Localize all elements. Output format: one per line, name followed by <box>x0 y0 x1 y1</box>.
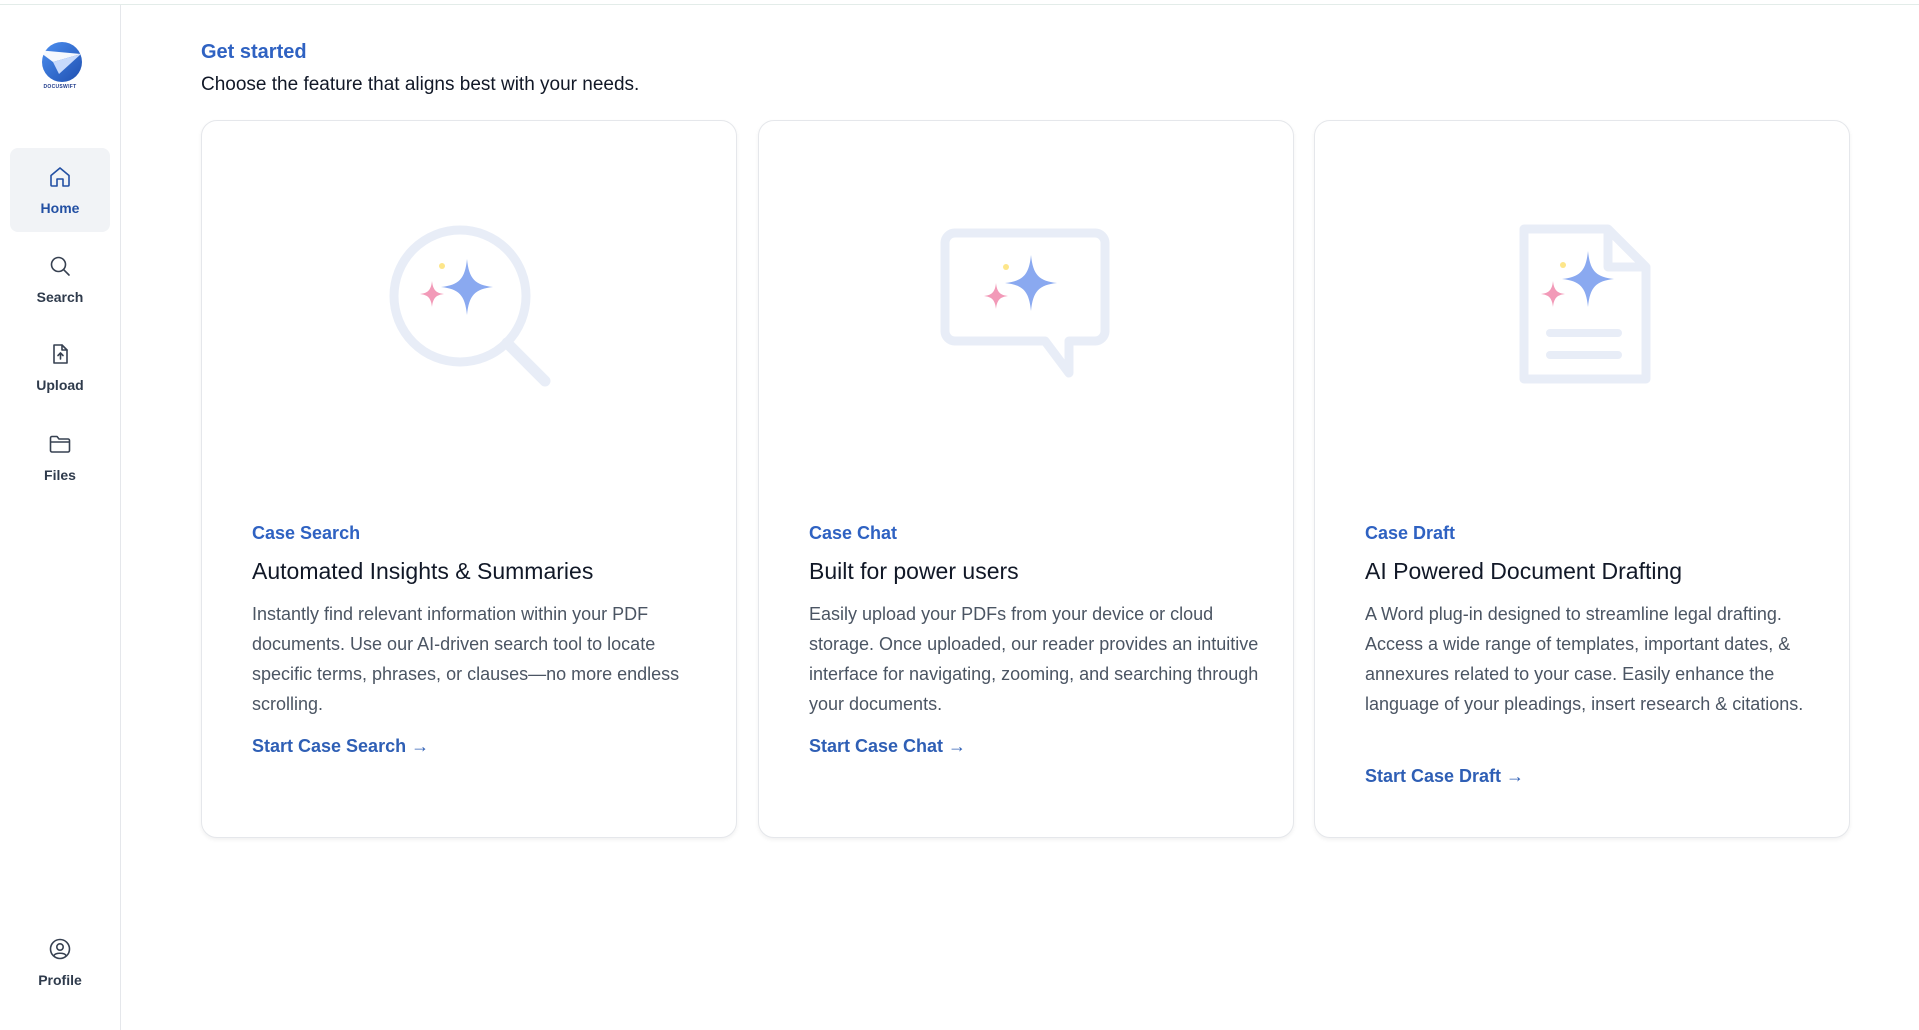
sidebar-item-profile[interactable]: Profile <box>10 920 110 1004</box>
document-sparkle-icon <box>1519 224 1651 384</box>
sidebar-item-label: Files <box>44 467 76 483</box>
page-title: Get started <box>201 41 307 63</box>
feature-card-case-draft: Case Draft AI Powered Document Drafting … <box>1314 120 1850 838</box>
chat-sparkle-icon <box>940 228 1110 378</box>
card-description: Instantly find relevant information with… <box>252 604 680 714</box>
home-icon <box>47 164 73 190</box>
feature-card-case-chat: Case Chat Built for power users Easily u… <box>758 120 1294 838</box>
card-tag: Case Chat <box>809 523 898 543</box>
main-content: Get started Choose the feature that alig… <box>121 5 1919 1030</box>
search-icon <box>47 253 73 279</box>
sidebar-item-search[interactable]: Search <box>10 237 110 321</box>
card-description: A Word plug-in designed to streamline le… <box>1365 604 1804 714</box>
sidebar-item-files[interactable]: Files <box>10 415 110 499</box>
page-subtitle: Choose the feature that aligns best with… <box>201 74 640 95</box>
card-heading: Built for power users <box>809 558 1019 584</box>
upload-file-icon <box>47 341 73 367</box>
card-illustration <box>202 121 738 421</box>
card-tag: Case Search <box>252 523 361 543</box>
sidebar-item-upload[interactable]: Upload <box>10 325 110 409</box>
sidebar-item-label: Home <box>40 200 80 216</box>
app-logo[interactable]: DOCUSWIFT <box>33 40 87 96</box>
card-heading: Automated Insights & Summaries <box>252 558 594 584</box>
folder-icon <box>47 431 73 457</box>
card-heading: AI Powered Document Drafting <box>1365 558 1683 584</box>
start-case-search-link[interactable]: Start Case Search → <box>252 736 429 757</box>
start-case-chat-link[interactable]: Start Case Chat → <box>809 736 966 757</box>
paper-plane-logo-icon <box>37 42 82 82</box>
sidebar-item-label: Upload <box>36 377 84 393</box>
card-tag: Case Draft <box>1365 523 1456 543</box>
sidebar-item-label: Search <box>36 289 84 305</box>
card-illustration <box>1315 121 1851 421</box>
sidebar-item-label: Profile <box>38 972 82 988</box>
logo-text: DOCUSWIFT <box>43 84 77 90</box>
feature-card-case-search: Case Search Automated Insights & Summari… <box>201 120 737 838</box>
card-illustration <box>759 121 1295 421</box>
user-circle-icon <box>47 936 73 962</box>
sidebar-item-home[interactable]: Home <box>10 148 110 232</box>
magnifier-sparkle-icon <box>389 225 551 387</box>
start-case-draft-link[interactable]: Start Case Draft → <box>1365 766 1524 787</box>
card-description: Easily upload your PDFs from your device… <box>809 604 1259 714</box>
sidebar: DOCUSWIFT Home Search Upload Files Profi… <box>0 5 121 1030</box>
